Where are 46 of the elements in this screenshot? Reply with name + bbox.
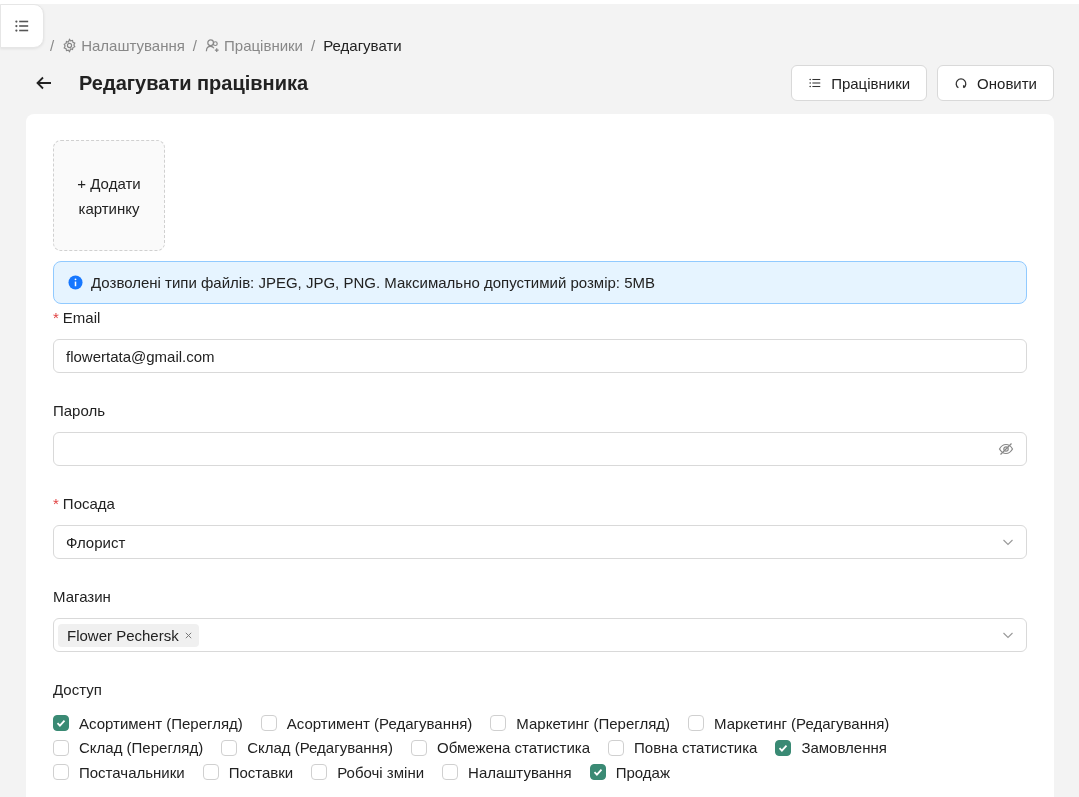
field-label: Магазин (53, 587, 111, 605)
checkbox-label: Постачальники (79, 763, 185, 781)
breadcrumb-separator: / (311, 36, 316, 54)
close-icon[interactable] (183, 630, 193, 640)
gear-icon (62, 37, 78, 53)
checkbox-label: Склад (Перегляд) (79, 739, 204, 757)
header-button[interactable]: Працівники (791, 65, 928, 101)
store-select[interactable]: Flower Pechersk (53, 618, 1027, 652)
checkbox-label: Маркетинг (Редагування) (714, 714, 890, 732)
field-label: Email (62, 308, 101, 326)
checkbox-label: Асортимент (Перегляд) (79, 714, 243, 732)
checkbox[interactable] (53, 715, 69, 732)
field-label: Доступ (53, 680, 102, 698)
field-label: Посада (62, 494, 115, 512)
checkbox-label: Маркетинг (Перегляд) (516, 714, 670, 732)
checkbox[interactable] (775, 739, 792, 756)
checkbox-label: Повна статистика (634, 739, 758, 757)
store-tag: Flower Pechersk (58, 623, 199, 647)
checkbox-label: Робочі зміни (337, 763, 425, 781)
checkbox-label: Поставки (228, 763, 294, 781)
email-field[interactable]: flowertata@gmail.com (53, 339, 1027, 373)
list-icon (808, 76, 823, 90)
breadcrumb-separator: / (50, 36, 55, 54)
required-marker: * (53, 494, 59, 512)
eye-slash-icon[interactable] (998, 441, 1014, 457)
info-icon (68, 275, 83, 290)
checkbox-label: Замовлення (801, 739, 887, 757)
checkbox-label: Продаж (615, 763, 670, 781)
breadcrumb-separator: / (192, 36, 198, 54)
page-title: Редагувати працівника (79, 71, 309, 95)
checkbox[interactable] (589, 764, 606, 781)
checkbox-label: Склад (Редагування) (247, 739, 393, 757)
required-marker: * (53, 308, 59, 326)
users-icon (205, 37, 221, 53)
image-upload-button[interactable]: + Додати картинку (53, 140, 165, 251)
field-label: Пароль (53, 401, 106, 419)
refresh-icon (954, 76, 969, 90)
password-field[interactable] (53, 432, 1027, 466)
menu-button[interactable] (0, 4, 44, 48)
menu-icon (13, 17, 31, 35)
position-select[interactable]: Флорист (53, 525, 1027, 559)
checkbox-label: Асортимент (Редагування) (286, 714, 473, 732)
checkbox-label: Налаштування (468, 763, 572, 781)
alert-text: Дозволені типи файлів: JPEG, JPG, PNG. Максимально допустимий розмір: 5MB (91, 274, 656, 291)
checkbox-label: Обмежена статистика (437, 739, 591, 757)
header-button[interactable]: Оновити (937, 65, 1054, 101)
